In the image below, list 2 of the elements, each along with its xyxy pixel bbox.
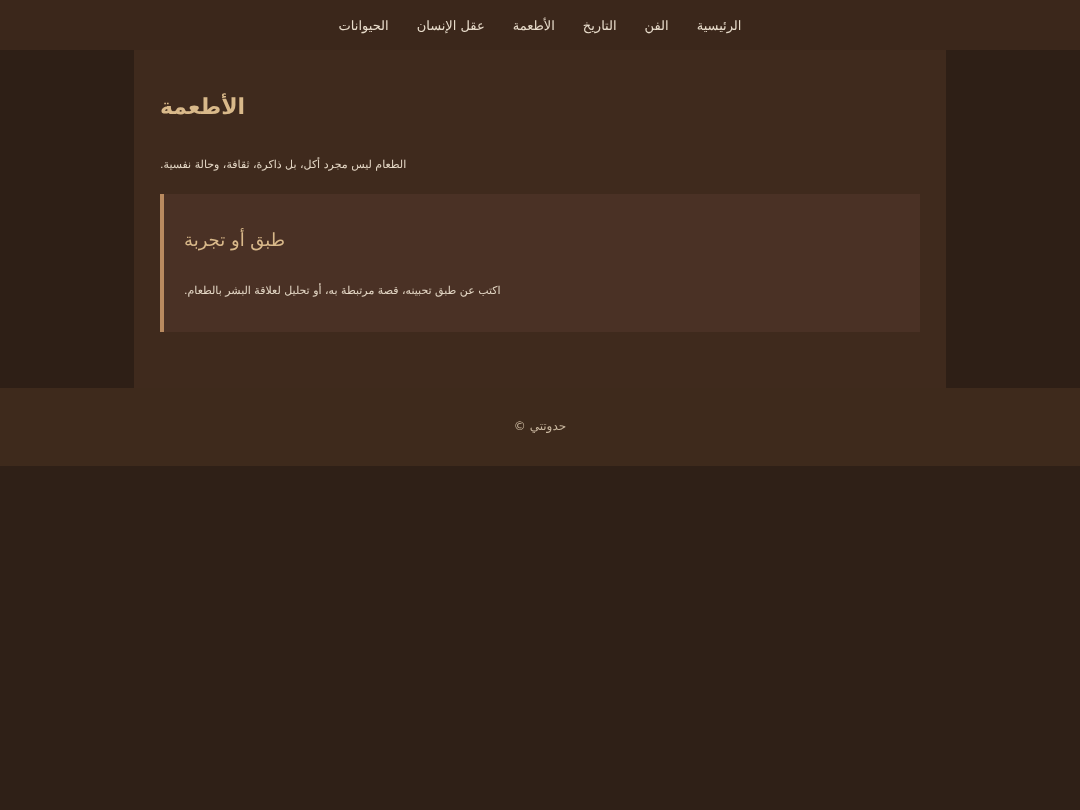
card-title: طبق أو تجربة: [184, 232, 288, 252]
page-title: الأطعمة: [160, 94, 248, 120]
